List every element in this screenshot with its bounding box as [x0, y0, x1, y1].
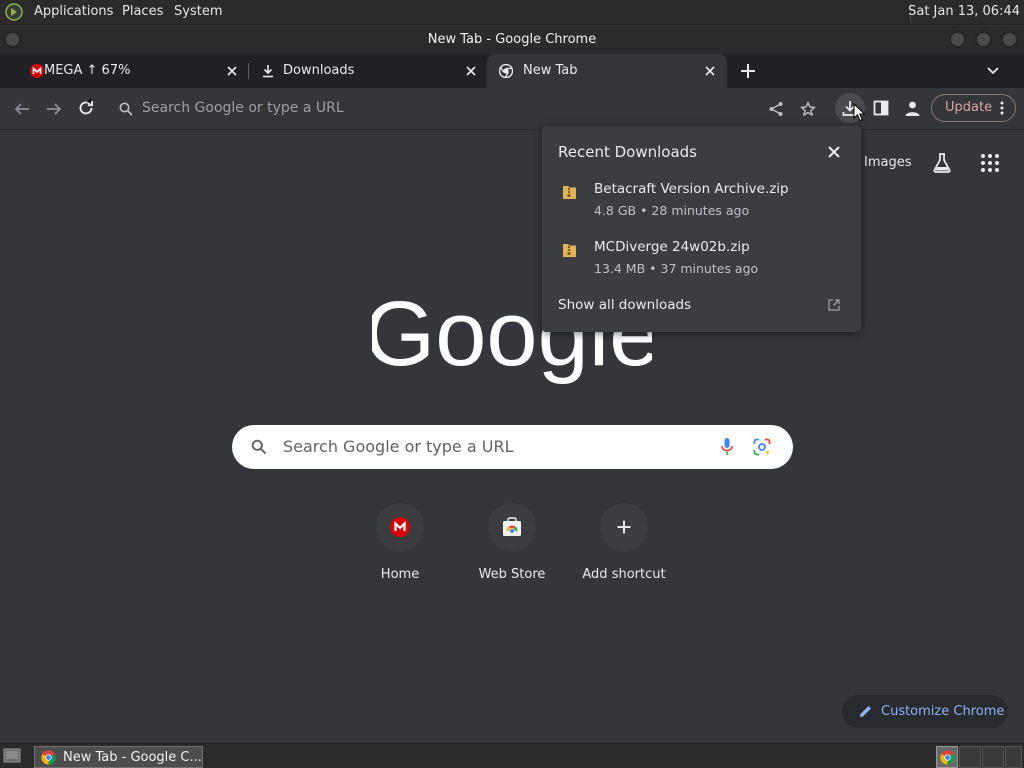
shortcut-tile	[376, 503, 424, 551]
labs-flask-icon[interactable]	[931, 152, 953, 174]
menu-applications[interactable]: Applications	[34, 4, 113, 19]
shortcut-tile	[600, 503, 648, 551]
plus-icon	[616, 519, 632, 535]
tab-downloads[interactable]: Downloads	[248, 54, 486, 88]
customize-chrome-button[interactable]: Customize Chrome	[842, 695, 1008, 728]
shortcut-label: Home	[380, 567, 420, 582]
panel-title: Recent Downloads	[558, 143, 697, 161]
web-store-icon	[502, 517, 522, 537]
search-icon	[251, 439, 267, 455]
close-tab-icon[interactable]	[464, 64, 478, 78]
system-top-panel: Applications Places System Sat Jan 13, 0…	[0, 0, 1024, 25]
menu-system[interactable]: System	[174, 4, 222, 19]
workspace-switcher-2[interactable]	[959, 746, 981, 768]
shortcut-label: Add shortcut	[582, 567, 666, 582]
maximize-button[interactable]	[975, 31, 992, 48]
images-link[interactable]: Images	[864, 155, 912, 170]
chrome-icon	[41, 750, 56, 765]
clock[interactable]: Sat Jan 13, 06:44	[908, 4, 1020, 19]
download-item[interactable]: Betacraft Version Archive.zip 4.8 GB • 2…	[542, 178, 861, 228]
shortcut-label: Web Store	[478, 567, 546, 582]
side-panel-icon[interactable]	[873, 100, 889, 116]
chrome-icon	[499, 64, 513, 78]
tab-search-chevron-down-icon[interactable]	[986, 65, 1000, 77]
chrome-icon	[940, 750, 955, 765]
taskbar-window-button[interactable]: New Tab - Google C...	[34, 746, 203, 768]
ntp-search-box[interactable]: Search Google or type a URL	[232, 425, 793, 469]
update-button[interactable]: Update	[931, 94, 1016, 122]
workspace-switcher-4[interactable]	[1005, 746, 1022, 768]
mouse-cursor-icon	[853, 103, 867, 123]
distro-logo-icon[interactable]	[5, 3, 23, 21]
window-title: New Tab - Google Chrome	[427, 32, 597, 47]
reload-icon[interactable]	[77, 99, 95, 117]
tab-strip: MEGA ↑ 67% Downloads New Tab	[0, 54, 1024, 88]
pencil-icon	[859, 705, 872, 718]
open-external-icon[interactable]	[828, 299, 840, 311]
window-titlebar[interactable]: New Tab - Google Chrome	[0, 26, 1024, 54]
download-meta: 4.8 GB • 28 minutes ago	[594, 203, 750, 218]
download-filename: Betacraft Version Archive.zip	[594, 181, 789, 197]
download-filename: MCDiverge 24w02b.zip	[594, 239, 750, 255]
update-label: Update	[945, 100, 993, 115]
lens-camera-icon[interactable]	[753, 438, 771, 456]
customize-chrome-label: Customize Chrome	[881, 704, 1005, 719]
close-tab-icon[interactable]	[703, 64, 717, 78]
shortcut-home[interactable]: Home	[344, 503, 456, 593]
download-item[interactable]: MCDiverge 24w02b.zip 13.4 MB • 37 minute…	[542, 236, 861, 286]
zip-file-icon	[562, 184, 577, 200]
new-tab-plus-icon[interactable]	[740, 63, 756, 79]
close-window-button[interactable]	[1001, 31, 1018, 48]
download-meta: 13.4 MB • 37 minutes ago	[594, 261, 759, 276]
profile-icon[interactable]	[904, 100, 921, 117]
bookmark-star-icon[interactable]	[800, 101, 816, 117]
menu-places[interactable]: Places	[122, 4, 163, 19]
shortcut-web-store[interactable]: Web Store	[456, 503, 568, 593]
new-tab-page: Images Google Search Google or type a UR…	[0, 131, 1024, 743]
minimize-button[interactable]	[949, 31, 966, 48]
forward-arrow-icon[interactable]	[45, 100, 63, 118]
share-icon[interactable]	[768, 101, 784, 117]
address-bar-placeholder: Search Google or type a URL	[142, 100, 344, 116]
apps-grid-icon[interactable]	[980, 153, 1000, 173]
workspace-switcher-3[interactable]	[982, 746, 1004, 768]
browser-toolbar: Search Google or type a URL Update	[0, 88, 1024, 130]
back-arrow-icon[interactable]	[13, 100, 31, 118]
show-all-downloads-link[interactable]: Show all downloads	[558, 297, 691, 313]
mega-icon	[30, 64, 44, 78]
tab-mega[interactable]: MEGA ↑ 67%	[8, 54, 248, 88]
more-menu-icon[interactable]	[1000, 101, 1004, 115]
shortcut-add[interactable]: Add shortcut	[568, 503, 680, 593]
download-icon	[261, 64, 275, 78]
workspace-switcher-active[interactable]	[936, 746, 958, 768]
tab-label: MEGA ↑ 67%	[44, 63, 131, 78]
close-icon[interactable]	[827, 145, 841, 159]
zip-file-icon	[562, 242, 577, 258]
close-tab-icon[interactable]	[225, 64, 239, 78]
show-desktop-icon[interactable]	[3, 748, 21, 764]
recent-downloads-panel: Recent Downloads Betacraft Version Archi…	[542, 126, 861, 332]
bottom-taskbar: New Tab - Google C...	[0, 743, 1024, 768]
search-icon	[119, 102, 133, 116]
shortcut-tile	[488, 503, 536, 551]
ntp-search-placeholder: Search Google or type a URL	[283, 437, 514, 456]
tab-label: New Tab	[523, 63, 578, 78]
tab-new-tab[interactable]: New Tab	[487, 54, 727, 88]
address-bar[interactable]: Search Google or type a URL	[108, 93, 828, 125]
tab-label: Downloads	[283, 63, 355, 78]
taskbar-window-label: New Tab - Google C...	[63, 750, 202, 765]
mega-icon	[390, 517, 410, 537]
voice-search-mic-icon[interactable]	[721, 437, 733, 457]
